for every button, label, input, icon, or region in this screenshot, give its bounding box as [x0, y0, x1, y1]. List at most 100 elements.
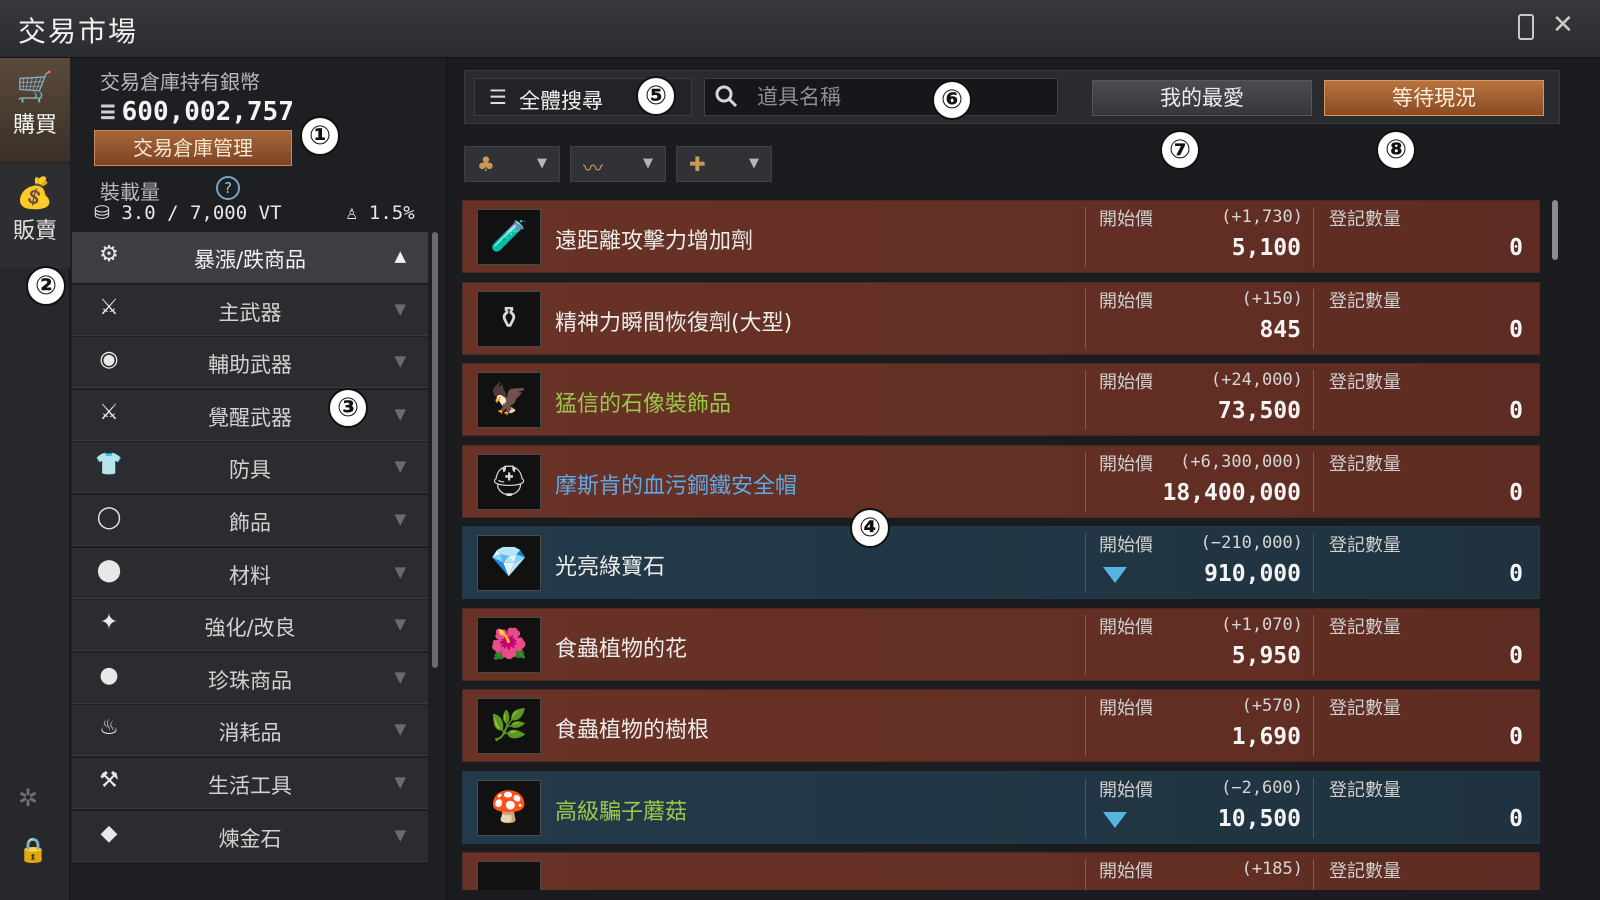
category-item-2[interactable]: ◉ 輔助武器 ▼ [72, 337, 428, 389]
item-row[interactable]: 開始價 (+185) 登記數量 [462, 852, 1540, 890]
sell-tab[interactable]: 💰 販賣 [0, 164, 70, 268]
category-label: 防具 [229, 458, 271, 483]
blue-potion-icon: ⚱ [477, 290, 541, 347]
start-price: 1,690 [1231, 724, 1301, 750]
category-item-6[interactable]: ⬤ 材料 ▼ [72, 547, 428, 599]
column-divider [1085, 207, 1086, 267]
registered-qty-label: 登記數量 [1329, 616, 1401, 638]
mobile-icon[interactable] [1518, 14, 1534, 40]
item-row[interactable]: 🌺 食蟲植物的花 開始價 (+1,070) 5,950 登記數量 0 [462, 607, 1540, 681]
filter-dropdown-3[interactable]: ✚ ▼ [676, 146, 772, 182]
filter-dropdown-1[interactable]: ♣ ▼ [464, 146, 560, 182]
registered-qty-label: 登記數量 [1329, 779, 1401, 801]
price-change: (+24,000) [1210, 370, 1303, 390]
chevron-up-icon: ▲ [394, 247, 406, 265]
category-scrollbar[interactable] [432, 232, 438, 668]
item-row[interactable]: 🌿 食蟲植物的樹根 開始價 (+570) 1,690 登記數量 0 [462, 689, 1540, 762]
favorites-button[interactable]: 我的最愛 [1092, 80, 1312, 116]
helmet-icon: ⛑ [477, 453, 541, 510]
window-title: 交易市場 [18, 15, 139, 48]
item-name: 食蟲植物的花 [555, 636, 688, 662]
sell-tab-label: 販賣 [12, 219, 57, 244]
registered-qty-label: 登記數量 [1329, 535, 1401, 556]
column-divider [1085, 533, 1086, 593]
registered-qty-label: 登記數量 [1329, 861, 1401, 882]
chevron-down-icon: ▼ [394, 352, 406, 371]
category-label: 材料 [229, 563, 271, 588]
item-search-input[interactable] [704, 78, 1058, 116]
item-row[interactable]: ⛑ 摩斯肯的血污鋼鐵安全帽 開始價 (+6,300,000) 18,400,000 登記數… [462, 444, 1540, 518]
registered-qty-label: 登記數量 [1329, 453, 1401, 475]
category-label: 消耗品 [218, 721, 282, 746]
chevron-down-icon: ▼ [394, 667, 406, 686]
start-price-label: 開始價 [1099, 453, 1153, 475]
item-name: 摩斯肯的血污鋼鐵安全帽 [555, 473, 798, 499]
close-icon[interactable]: ✕ [1552, 10, 1574, 40]
chevron-down-icon: ▼ [749, 156, 759, 171]
coin-bag-icon: 💰 [16, 176, 54, 211]
chevron-down-icon: ▼ [394, 825, 406, 844]
price-change: (+150) [1241, 288, 1303, 309]
registered-qty: 0 [1509, 316, 1523, 343]
start-price: 5,950 [1231, 642, 1301, 669]
column-divider [1085, 288, 1086, 349]
item-row[interactable]: 🧪 遠距離攻擊力增加劑 開始價 (+1,730) 5,100 登記數量 0 [462, 200, 1540, 273]
registered-qty: 0 [1509, 805, 1523, 832]
lock-icon[interactable]: 🔒 [18, 836, 48, 864]
item-name: 高級騙子蘑菇 [555, 799, 688, 825]
category-item-10[interactable]: ⚒ 生活工具 ▼ [72, 757, 428, 809]
help-icon[interactable]: ? [216, 176, 240, 200]
item-row[interactable]: ⚱ 精神力瞬間恢復劑(大型) 開始價 (+150) 845 登記數量 0 [462, 281, 1540, 355]
column-divider [1313, 533, 1314, 593]
column-divider [1085, 451, 1086, 512]
flower-icon: 🌺 [477, 616, 541, 673]
annotation-badge-5: ⑤ [636, 76, 676, 116]
price-change: (−210,000) [1200, 533, 1303, 553]
category-item-1[interactable]: ⚔ 主武器 ▼ [72, 284, 428, 336]
category-label: 暴漲/跌商品 [193, 248, 307, 272]
category-label: 強化/改良 [204, 616, 296, 641]
weight-caption: 裝載量 [100, 180, 160, 204]
column-divider [1313, 451, 1314, 512]
column-divider [1313, 859, 1314, 890]
item-row[interactable]: 🦅 猛信的石像裝飾品 開始價 (+24,000) 73,500 登記數量 0 [462, 363, 1540, 436]
start-price: 18,400,000 [1162, 479, 1301, 506]
start-price-label: 開始價 [1099, 372, 1153, 393]
category-item-0[interactable]: ⚙ 暴漲/跌商品 ▲ [72, 232, 428, 283]
item-list-scrollbar[interactable] [1552, 200, 1558, 260]
category-item-5[interactable]: ◯ 飾品 ▼ [72, 494, 428, 546]
start-price-label: 開始價 [1099, 535, 1153, 556]
wallet-panel: 交易倉庫持有銀幣 ≡ 600,002,757 [100, 66, 440, 127]
filter-dropdown-2[interactable]: 〰 ▼ [570, 146, 666, 182]
waiting-status-button[interactable]: 等待現況 [1324, 80, 1544, 116]
start-price: 910,000 [1204, 561, 1301, 587]
column-divider [1313, 777, 1314, 838]
start-price: 73,500 [1217, 398, 1301, 424]
tree-icon[interactable]: ✲ [18, 784, 38, 812]
item-name: 遠距離攻擊力增加劑 [555, 229, 754, 254]
chevron-down-icon: ▼ [394, 509, 406, 528]
item-icon [477, 861, 541, 890]
price-change: (+6,300,000) [1180, 451, 1303, 472]
root-icon: 🌿 [477, 698, 541, 754]
chevron-down-icon: ▼ [394, 720, 406, 739]
buy-tab[interactable]: 🛒 購買 [0, 58, 70, 162]
item-row[interactable]: 💎 光亮綠寶石 開始價 (−210,000) 910,000 登記數量 0 [462, 526, 1540, 599]
category-item-8[interactable]: ● 珍珠商品 ▼ [72, 652, 428, 704]
registered-qty: 0 [1509, 235, 1523, 261]
weight-percent: ♙ 1.5% [346, 202, 415, 224]
chevron-down-icon: ▼ [394, 615, 406, 634]
category-item-4[interactable]: 👕 防具 ▼ [72, 442, 428, 494]
silver-coin-icon: ≡ [100, 97, 116, 127]
start-price: 10,500 [1217, 805, 1301, 832]
category-item-3[interactable]: ⚔ 覺醒武器 ▼ [72, 389, 428, 441]
price-change: (−2,600) [1221, 777, 1303, 798]
annotation-badge-7: ⑦ [1160, 130, 1200, 170]
category-item-11[interactable]: ◆ 煉金石 ▼ [72, 810, 428, 862]
registered-qty: 0 [1509, 479, 1523, 506]
item-row[interactable]: 🍄 高級騙子蘑菇 開始價 (−2,600) 10,500 登記數量 0 [462, 770, 1540, 844]
column-divider [1085, 777, 1086, 838]
category-item-7[interactable]: ✦ 強化/改良 ▼ [72, 600, 428, 652]
category-item-9[interactable]: ♨ 消耗品 ▼ [72, 705, 428, 757]
warehouse-manage-button[interactable]: 交易倉庫管理 [94, 130, 292, 166]
